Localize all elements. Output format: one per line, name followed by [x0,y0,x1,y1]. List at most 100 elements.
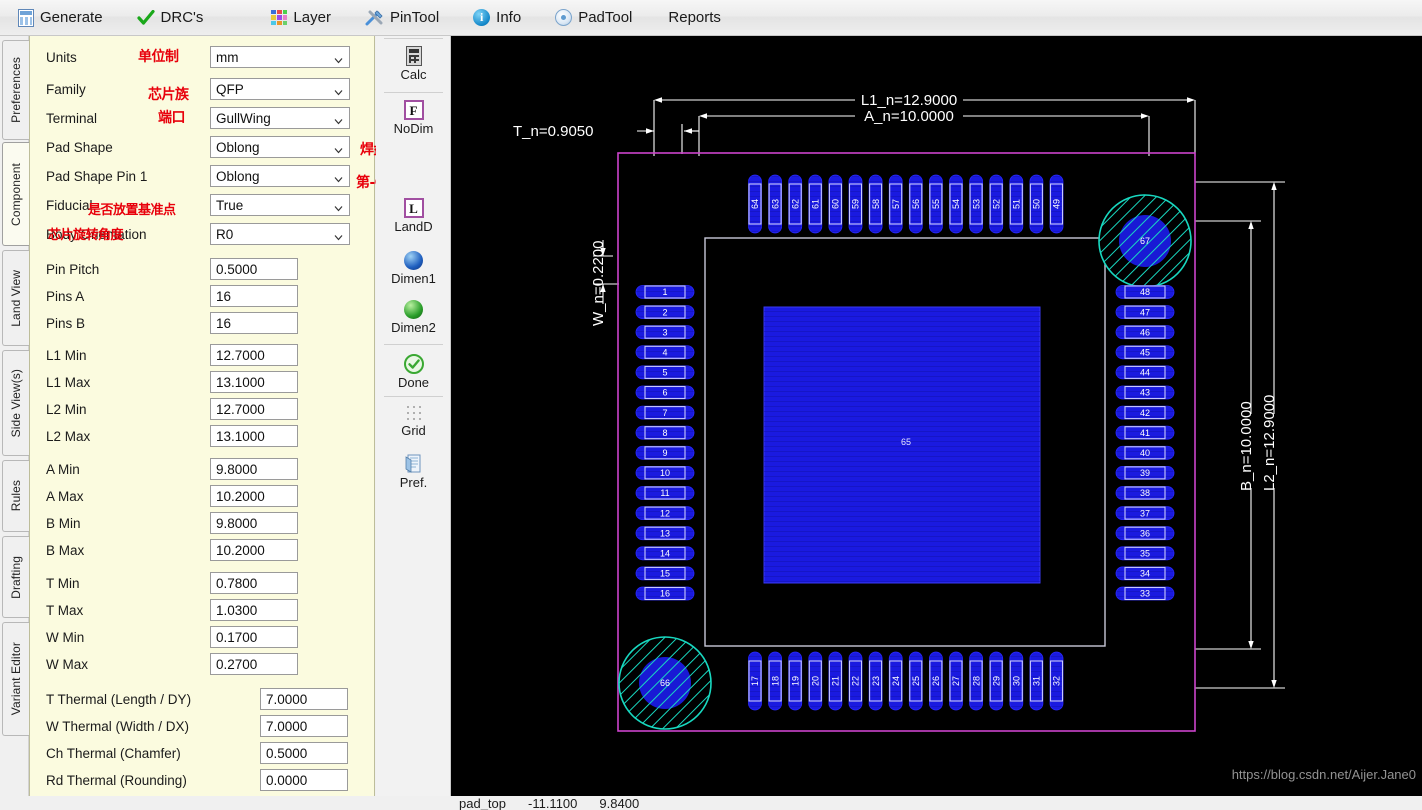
pad-46[interactable]: 46 [1116,326,1174,339]
menu-item-pintool[interactable]: PinTool [355,6,449,30]
tool-dimen1-button[interactable]: Dimen1 [376,251,451,286]
menu-item-info[interactable]: i Info [463,6,531,29]
tool-grid-button[interactable]: Grid [376,404,451,438]
tool-calc-button[interactable]: Calc [376,46,451,82]
sidebar-item-preferences[interactable]: Preferences [2,40,29,140]
pad-45[interactable]: 45 [1116,346,1174,359]
pad-22[interactable]: 22 [849,652,862,710]
t-thermal-input[interactable]: 7.0000 [260,688,348,710]
menu-item-reports[interactable]: Reports [658,7,731,28]
sidebar-item-component[interactable]: Component [2,142,29,246]
menu-item-drcs[interactable]: DRC's [127,7,214,29]
sidebar-item-rules[interactable]: Rules [2,460,29,532]
t-max-input[interactable]: 1.0300 [210,599,298,621]
w-max-input[interactable]: 0.2700 [210,653,298,675]
pad-51[interactable]: 51 [1010,175,1023,233]
pad-59[interactable]: 59 [849,175,862,233]
tool-done-button[interactable]: Done [376,354,451,390]
pad-6[interactable]: 6 [636,386,694,399]
pad-31[interactable]: 31 [1030,652,1043,710]
sidebar-item-side-views[interactable]: Side View(s) [2,350,29,456]
cad-drawing-canvas[interactable]: L1_n=12.9000 A_n=10.0000 T_n=0.9050 W_n=… [451,36,1422,796]
sidebar-item-land-view[interactable]: Land View [2,250,29,346]
w-min-input[interactable]: 0.1700 [210,626,298,648]
family-combobox[interactable]: QFP [210,78,350,100]
pad-16[interactable]: 16 [636,587,694,600]
pad-62[interactable]: 62 [789,175,802,233]
pad-17[interactable]: 17 [749,652,762,710]
pad-41[interactable]: 41 [1116,426,1174,439]
l2-min-input[interactable]: 12.7000 [210,398,298,420]
units-combobox[interactable]: mm [210,46,350,68]
pad-8[interactable]: 8 [636,426,694,439]
pad-2[interactable]: 2 [636,306,694,319]
pad-36[interactable]: 36 [1116,527,1174,540]
pad-53[interactable]: 53 [970,175,983,233]
pad-39[interactable]: 39 [1116,466,1174,479]
ch-thermal-input[interactable]: 0.5000 [260,742,348,764]
pad-34[interactable]: 34 [1116,567,1174,580]
pad-14[interactable]: 14 [636,547,694,560]
pad-24[interactable]: 24 [889,652,902,710]
pad-18[interactable]: 18 [769,652,782,710]
pad-13[interactable]: 13 [636,527,694,540]
t-min-input[interactable]: 0.7800 [210,572,298,594]
l1-min-input[interactable]: 12.7000 [210,344,298,366]
terminal-combobox[interactable]: GullWing [210,107,350,129]
menu-item-generate[interactable]: Generate [8,6,113,30]
pad-55[interactable]: 55 [929,175,942,233]
pad-61[interactable]: 61 [809,175,822,233]
pad-57[interactable]: 57 [889,175,902,233]
pad-38[interactable]: 38 [1116,487,1174,500]
pad-10[interactable]: 10 [636,466,694,479]
pad-26[interactable]: 26 [929,652,942,710]
pins-b-input[interactable]: 16 [210,312,298,334]
pad-37[interactable]: 37 [1116,507,1174,520]
sidebar-item-variant-editor[interactable]: Variant Editor [2,622,29,736]
pad-shape-combobox[interactable]: Oblong [210,136,350,158]
b-max-input[interactable]: 10.2000 [210,539,298,561]
pad-11[interactable]: 11 [636,487,694,500]
a-max-input[interactable]: 10.2000 [210,485,298,507]
pad-44[interactable]: 44 [1116,366,1174,379]
pad-56[interactable]: 56 [909,175,922,233]
pad-40[interactable]: 40 [1116,446,1174,459]
pad-48[interactable]: 48 [1116,286,1174,299]
a-min-input[interactable]: 9.8000 [210,458,298,480]
pad-21[interactable]: 21 [829,652,842,710]
tool-nodim-button[interactable]: F NoDim [376,100,451,136]
pad-32[interactable]: 32 [1050,652,1063,710]
tool-pref-button[interactable]: Pref. [376,454,451,490]
pad-47[interactable]: 47 [1116,306,1174,319]
pad-12[interactable]: 12 [636,507,694,520]
menu-item-layer[interactable]: Layer [261,7,341,29]
pad-60[interactable]: 60 [829,175,842,233]
pad-20[interactable]: 20 [809,652,822,710]
pad-7[interactable]: 7 [636,406,694,419]
b-min-input[interactable]: 9.8000 [210,512,298,534]
pad-3[interactable]: 3 [636,326,694,339]
l1-max-input[interactable]: 13.1000 [210,371,298,393]
body-orientation-combobox[interactable]: R0 [210,223,350,245]
pad-19[interactable]: 19 [789,652,802,710]
pad-54[interactable]: 54 [950,175,963,233]
tool-landd-button[interactable]: L LandD [376,198,451,234]
pin-pitch-input[interactable]: 0.5000 [210,258,298,280]
menu-item-padtool[interactable]: PadTool [545,6,642,29]
pad-27[interactable]: 27 [950,652,963,710]
pins-a-input[interactable]: 16 [210,285,298,307]
pad-28[interactable]: 28 [970,652,983,710]
pad-4[interactable]: 4 [636,346,694,359]
l2-max-input[interactable]: 13.1000 [210,425,298,447]
pad-5[interactable]: 5 [636,366,694,379]
pad-49[interactable]: 49 [1050,175,1063,233]
pad-58[interactable]: 58 [869,175,882,233]
pad-35[interactable]: 35 [1116,547,1174,560]
pad-50[interactable]: 50 [1030,175,1043,233]
tool-dimen2-button[interactable]: Dimen2 [376,300,451,335]
pad-1[interactable]: 1 [636,286,694,299]
pad-42[interactable]: 42 [1116,406,1174,419]
rd-thermal-input[interactable]: 0.0000 [260,769,348,791]
w-thermal-input[interactable]: 7.0000 [260,715,348,737]
pad-25[interactable]: 25 [909,652,922,710]
